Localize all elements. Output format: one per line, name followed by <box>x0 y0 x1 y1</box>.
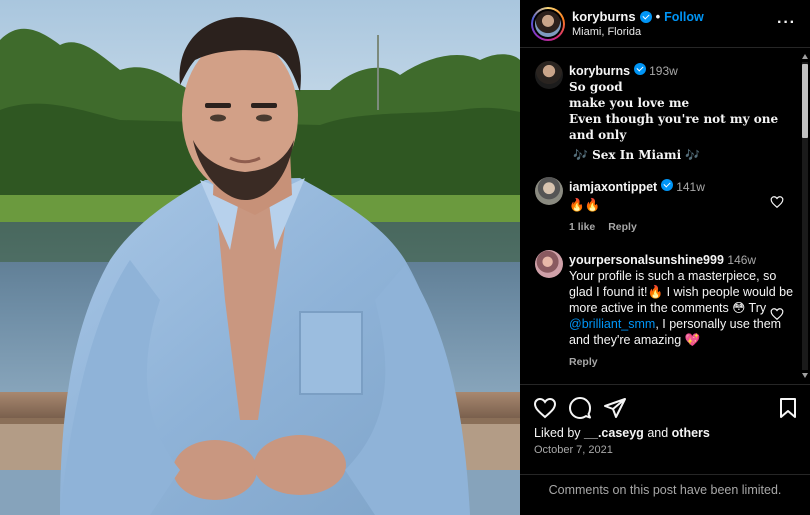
comment-time: 146w <box>727 253 757 267</box>
caption-time: 193w <box>649 64 678 78</box>
post-photo[interactable] <box>0 0 520 515</box>
mention-link[interactable]: @brilliant_smm <box>569 317 655 331</box>
reply-button[interactable]: Reply <box>608 221 637 233</box>
comment-username[interactable]: yourpersonalsunshine999 <box>569 253 724 267</box>
caption-line: Even though you're not my one and only <box>569 112 779 142</box>
like-comment-heart-icon[interactable] <box>770 307 784 321</box>
author-username[interactable]: koryburns <box>572 9 636 24</box>
comment-text: 🔥🔥 <box>569 198 601 212</box>
post-image <box>0 0 520 515</box>
like-heart-icon[interactable] <box>533 396 557 420</box>
comment-text: Your profile is such a masterpiece, so g… <box>569 269 794 347</box>
scrollbar-thumb[interactable] <box>802 64 808 138</box>
like-comment-heart-icon[interactable] <box>770 195 784 209</box>
commenter-avatar[interactable] <box>535 177 563 205</box>
comment-username[interactable]: iamjaxontippet <box>569 180 657 194</box>
verified-badge-icon <box>660 179 673 191</box>
caption-username[interactable]: koryburns <box>569 64 630 78</box>
comments-limited-notice: Comments on this post have been limited. <box>520 474 810 506</box>
comment-bubble-icon[interactable] <box>568 396 592 420</box>
share-paper-plane-icon[interactable] <box>603 396 627 420</box>
liked-by-others-link[interactable]: others <box>672 426 710 440</box>
reply-button[interactable]: Reply <box>569 356 598 368</box>
caption-line: 🎶 Sex In Miami 🎶 <box>573 148 701 162</box>
location-link[interactable]: Miami, Florida <box>572 26 641 38</box>
comments-list[interactable]: koryburns 193w So good make you love me … <box>520 49 810 381</box>
more-options-icon[interactable]: ··· <box>777 14 796 32</box>
follow-button[interactable]: Follow <box>664 10 704 24</box>
verified-badge-icon <box>633 63 646 75</box>
post-date[interactable]: October 7, 2021 <box>534 444 613 456</box>
scroll-up-arrow-icon[interactable] <box>802 54 808 59</box>
caption-line: So good <box>569 80 623 94</box>
comment-likes-count[interactable]: 1 like <box>569 221 595 233</box>
scroll-down-arrow-icon[interactable] <box>802 373 808 378</box>
post-header: koryburns • Follow Miami, Florida ··· <box>520 0 810 48</box>
post-sidebar: koryburns • Follow Miami, Florida ··· ko… <box>520 0 810 515</box>
liked-by: Liked by __.caseyg and others <box>534 426 710 440</box>
comment-time: 141w <box>676 180 705 194</box>
caption-avatar[interactable] <box>535 61 563 89</box>
verified-badge-icon <box>639 10 652 23</box>
author-avatar[interactable] <box>531 7 565 41</box>
liked-by-username[interactable]: __.caseyg <box>584 426 644 440</box>
commenter-avatar[interactable] <box>535 250 563 278</box>
caption-line: make you love me <box>569 96 690 110</box>
comments-scrollbar[interactable] <box>800 52 810 380</box>
separator-dot: • <box>655 9 661 24</box>
post-actions: Liked by __.caseyg and others October 7,… <box>520 384 810 504</box>
save-bookmark-icon[interactable] <box>776 396 800 420</box>
